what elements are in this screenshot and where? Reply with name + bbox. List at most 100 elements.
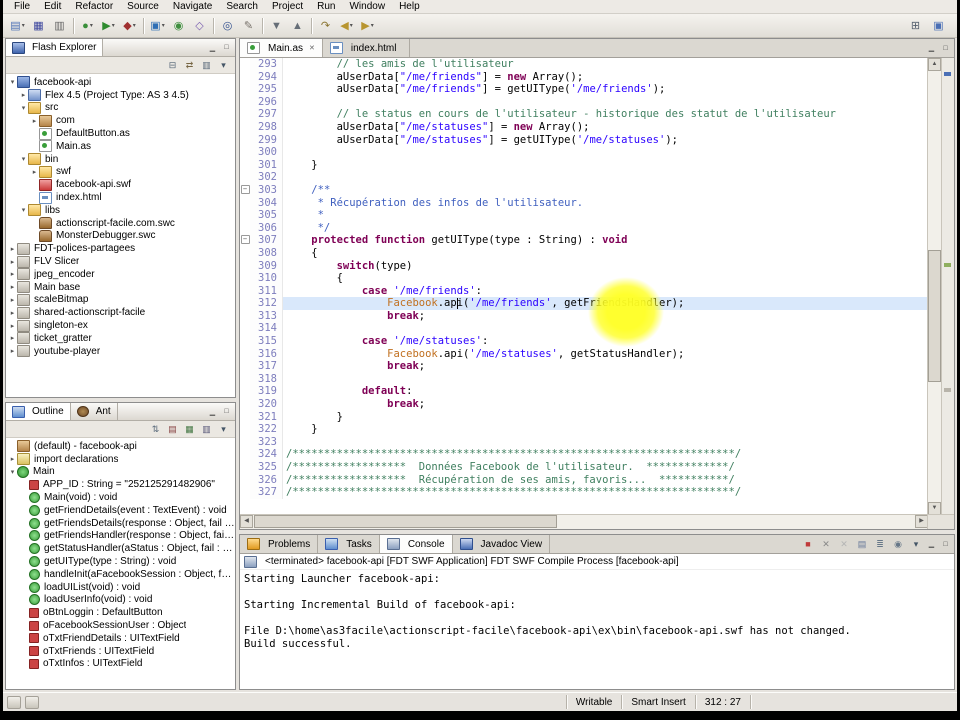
outline-item[interactable]: APP_ID : String = "252125291482906" <box>6 478 235 491</box>
tree-item[interactable]: actionscript-facile.com.swc <box>6 217 235 230</box>
fold-marker[interactable] <box>240 284 250 298</box>
view-tool-icon[interactable]: ▥ <box>198 422 215 436</box>
toolbar-button[interactable]: ◇ <box>189 16 210 35</box>
outline-item[interactable]: loadUIList(void) : void <box>6 581 235 594</box>
menu-item[interactable]: Edit <box>37 1 68 13</box>
toolbar-button[interactable]: ✎ <box>238 16 259 35</box>
outline-item[interactable]: getFriendsDetails(response : Object, fai… <box>6 517 235 530</box>
overview-mark[interactable] <box>944 72 951 76</box>
tree-item[interactable]: shared-actionscript-facile <box>6 306 235 319</box>
outline-item[interactable]: getFriendDetails(event : TextEvent) : vo… <box>6 504 235 517</box>
bottom-view-tab[interactable]: Javadoc View <box>453 535 551 553</box>
code-line[interactable]: 303 /** <box>240 183 928 197</box>
tree-item[interactable]: Main base <box>6 281 235 294</box>
toolbar-button[interactable]: ◆ <box>119 16 140 35</box>
fold-marker[interactable] <box>240 448 250 461</box>
tree-expand-arrow[interactable] <box>8 334 17 342</box>
fold-marker[interactable] <box>240 209 250 222</box>
fold-marker[interactable] <box>240 322 250 336</box>
code-line[interactable]: 323 <box>240 435 928 449</box>
fold-marker[interactable] <box>240 486 250 499</box>
toolbar-button[interactable]: ▤ <box>7 16 28 35</box>
tree-item[interactable]: scaleBitmap <box>6 293 235 307</box>
editor-tab[interactable]: Main.as ✕ <box>240 39 323 57</box>
horizontal-scrollbar-thumb[interactable] <box>254 515 557 528</box>
tree-expand-arrow[interactable] <box>19 104 28 112</box>
outline-expand-arrow[interactable] <box>8 455 17 463</box>
tab-flash-explorer[interactable]: Flash Explorer <box>6 39 104 56</box>
outline-item[interactable]: getFriendsHandler(response : Object, fai… <box>6 530 235 543</box>
window-tool-icon[interactable]: □ <box>221 44 232 51</box>
tree-expand-arrow[interactable] <box>8 270 17 278</box>
fold-marker[interactable] <box>240 183 250 197</box>
tree-item[interactable]: Main.as <box>6 140 235 153</box>
toolbar-button[interactable]: ◉ <box>168 16 189 35</box>
code-line[interactable]: 297 // le status en cours de l'utilisate… <box>240 108 928 121</box>
menu-item[interactable]: File <box>7 1 37 13</box>
menu-item[interactable]: Help <box>392 1 427 13</box>
tree-expand-arrow[interactable] <box>30 117 39 125</box>
code-line[interactable]: 320 break; <box>240 398 928 411</box>
perspective-button[interactable]: ▣ <box>928 16 949 35</box>
tree-expand-arrow[interactable] <box>8 296 17 304</box>
vertical-scrollbar[interactable]: ▲ ▼ <box>927 58 942 515</box>
fold-marker[interactable] <box>240 473 250 487</box>
fold-marker[interactable] <box>240 70 250 84</box>
fold-marker[interactable] <box>240 297 250 310</box>
scroll-up-arrow[interactable]: ▲ <box>928 58 941 71</box>
outline-item[interactable]: handleInit(aFacebookSession : Object, fa… <box>6 568 235 581</box>
tree-item[interactable]: swf <box>6 165 235 179</box>
code-line[interactable]: 308 { <box>240 246 928 260</box>
tree-item[interactable]: DefaultButton.as <box>6 127 235 140</box>
view-tool-icon[interactable]: ▦ <box>181 422 198 436</box>
code-line[interactable]: 298 aUserData["/me/statuses"] = new Arra… <box>240 120 928 134</box>
outline-item[interactable]: Main(void) : void <box>6 491 235 504</box>
overview-ruler[interactable] <box>941 58 954 515</box>
code-line[interactable]: 304 * Récupération des infos de l'utilis… <box>240 196 928 210</box>
toolbar-button[interactable]: ▦ <box>28 16 49 35</box>
editor-tab[interactable]: index.html <box>323 39 411 57</box>
fold-marker[interactable] <box>240 347 250 361</box>
fold-marker[interactable] <box>240 108 250 121</box>
menu-item[interactable]: Run <box>310 1 342 13</box>
fold-marker[interactable] <box>240 410 250 424</box>
tree-item[interactable]: index.html <box>6 191 235 204</box>
menu-item[interactable]: Search <box>219 1 265 13</box>
code-line[interactable]: 309 switch(type) <box>240 259 928 273</box>
code-line[interactable]: 307 protected function getUIType(type : … <box>240 234 928 247</box>
fold-marker[interactable] <box>240 58 250 71</box>
code-line[interactable]: 316 Facebook.api('/me/statuses', getStat… <box>240 347 928 361</box>
fold-marker[interactable] <box>240 461 250 474</box>
console-tool-icon[interactable]: ≣ <box>872 537 888 551</box>
bottom-view-tab[interactable]: Tasks <box>318 535 380 553</box>
fold-marker[interactable] <box>240 196 250 210</box>
window-tool-icon[interactable]: ▁ <box>926 540 937 548</box>
outline-item[interactable]: Main <box>6 465 235 479</box>
outline-item[interactable]: oTxtFriendDetails : UITextField <box>6 632 235 645</box>
status-icon[interactable] <box>25 695 39 709</box>
window-tool-icon[interactable]: □ <box>940 541 951 548</box>
code-line[interactable]: 321 } <box>240 410 928 424</box>
tree-item[interactable]: ticket_gratter <box>6 332 235 345</box>
code-line[interactable]: 300 <box>240 146 928 159</box>
console-tool-icon[interactable]: ▤ <box>854 537 870 551</box>
fold-marker[interactable] <box>240 234 250 247</box>
fold-marker[interactable] <box>240 398 250 411</box>
horizontal-scrollbar[interactable]: ◀ ▶ <box>240 514 928 529</box>
fold-marker[interactable] <box>240 171 250 184</box>
fold-marker[interactable] <box>240 272 250 285</box>
code-line[interactable]: 310 { <box>240 272 928 285</box>
tree-item[interactable]: FDT-polices-partagees <box>6 242 235 255</box>
menu-item[interactable]: Source <box>120 1 166 13</box>
tree-expand-arrow[interactable] <box>8 309 17 317</box>
window-tool-icon[interactable]: □ <box>940 45 951 52</box>
tree-expand-arrow[interactable] <box>8 258 17 266</box>
outline-expand-arrow[interactable] <box>8 468 17 476</box>
tree-item[interactable]: Flex 4.5 (Project Type: AS 3 4.5) <box>6 89 235 102</box>
tree-item[interactable]: bin <box>6 153 235 166</box>
fold-marker[interactable] <box>240 423 250 436</box>
tree-expand-arrow[interactable] <box>8 245 17 253</box>
outline-item[interactable]: import declarations <box>6 453 235 466</box>
view-tool-icon[interactable]: ▾ <box>215 422 232 436</box>
bottom-view-tab[interactable]: Problems <box>240 535 319 553</box>
